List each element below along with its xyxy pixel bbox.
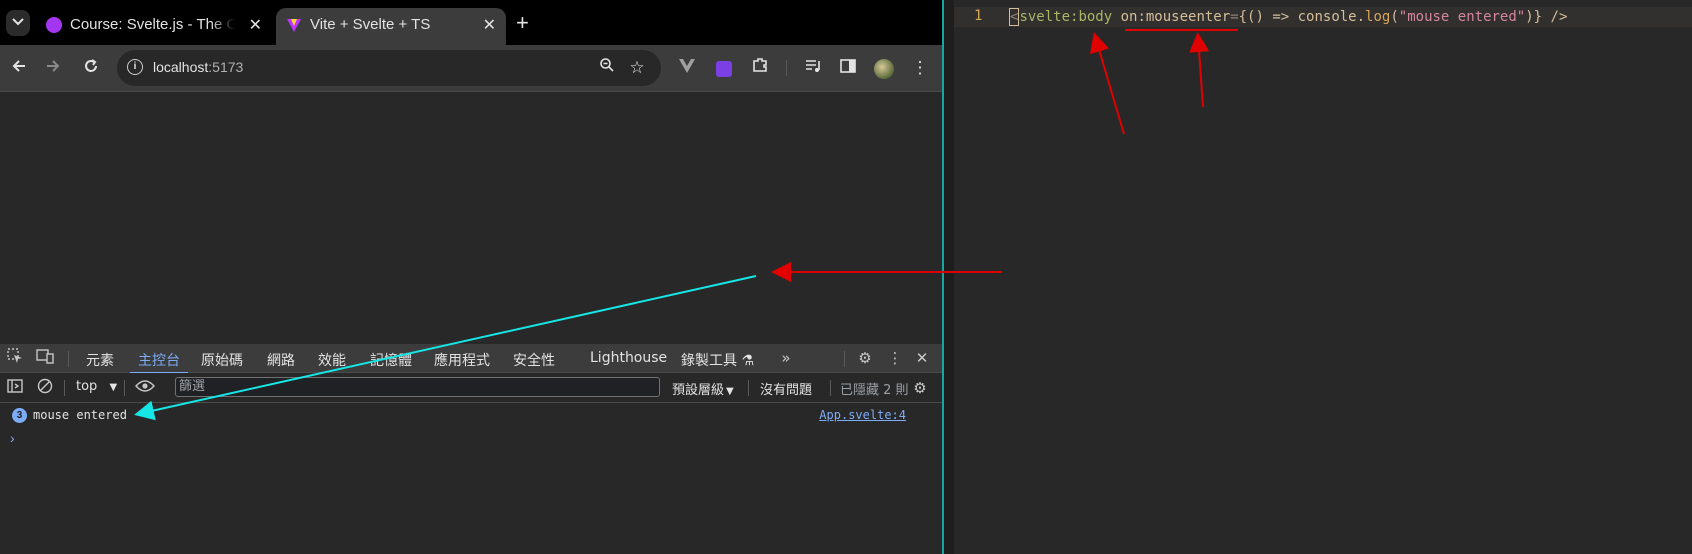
tab-title: Vite + Svelte + TS [310, 16, 431, 33]
line-number: 1 [974, 8, 983, 24]
code-string: "mouse entered" [1398, 9, 1526, 25]
vue-devtools-icon[interactable] [675, 56, 699, 80]
tab-title: Course: Svelte.js - The Complete Guide [70, 16, 235, 33]
tab-search-button[interactable] [6, 10, 30, 36]
console-toolbar: top ▼ 篩選 預設層級 ▼ 沒有問題 已隱藏 2 則 ⚙ [0, 373, 942, 403]
reload-icon [85, 59, 97, 72]
tab-application[interactable]: 應用程式 [434, 350, 490, 370]
log-levels-dropdown[interactable]: 預設層級 ▼ [672, 379, 734, 398]
code-function: log [1365, 9, 1391, 25]
code-tag-name: svelte:body [1019, 9, 1113, 25]
back-button[interactable] [7, 56, 31, 80]
dropdown-arrow-icon: ▼ [726, 386, 734, 397]
star-icon[interactable]: ☆ [625, 56, 649, 80]
context-selector[interactable]: top ▼ [76, 379, 117, 394]
close-icon[interactable]: ✕ [249, 15, 262, 35]
forward-button[interactable] [41, 56, 65, 80]
tab-divider [844, 351, 845, 367]
tab-memory[interactable]: 記憶體 [370, 350, 412, 370]
tab-elements[interactable]: 元素 [86, 350, 114, 370]
gear-icon[interactable]: ⚙ [855, 348, 875, 368]
repeat-count-badge: 3 [12, 408, 27, 423]
tab-lighthouse[interactable]: Lighthouse [590, 350, 667, 366]
gear-icon[interactable]: ⚙ [910, 378, 930, 398]
console-filter-input[interactable]: 篩選 [175, 377, 660, 397]
inspect-element-icon[interactable] [5, 348, 25, 368]
context-selector-label: top [76, 379, 98, 394]
console-message-text: mouse entered [33, 408, 127, 422]
arrow-left-icon [12, 60, 25, 72]
address-bar[interactable]: i localhost:5173 ☆ [117, 50, 661, 86]
zoom-icon[interactable] [595, 56, 619, 80]
tab-vite-svelte[interactable]: Vite + Svelte + TS ✕ [276, 8, 506, 45]
tab-udemy-course[interactable]: Course: Svelte.js - The Complete Guide ✕ [36, 8, 272, 45]
code-equals: = [1230, 9, 1239, 25]
toolbar-divider [124, 380, 125, 396]
code-attribute: on:mouseenter [1120, 9, 1231, 25]
tab-network[interactable]: 網路 [267, 350, 295, 370]
dropdown-arrow-icon: ▼ [109, 382, 118, 393]
tab-recorder[interactable]: 錄製工具 ⚗ [681, 350, 754, 370]
toolbar-divider [64, 380, 65, 396]
sidebar-toggle-icon[interactable] [5, 378, 25, 398]
code-paren: ( [1390, 9, 1399, 25]
info-icon[interactable]: i [127, 59, 143, 75]
media-controls-icon[interactable] [801, 56, 825, 80]
page-viewport[interactable] [0, 91, 942, 344]
browser-window: Course: Svelte.js - The Complete Guide ✕… [0, 0, 944, 554]
tab-security[interactable]: 安全性 [513, 350, 555, 370]
close-icon[interactable]: ✕ [483, 15, 496, 35]
log-levels-label: 預設層級 [672, 383, 725, 398]
code-line[interactable]: <svelte:body on:mouseenter={() => consol… [1009, 8, 1567, 26]
chevron-down-icon [12, 18, 24, 26]
kebab-menu-icon[interactable]: ⋮ [885, 348, 905, 368]
tab-strip: Course: Svelte.js - The Complete Guide ✕… [0, 0, 942, 45]
browser-toolbar: i localhost:5173 ☆ ⋮ [0, 45, 942, 91]
console-message: 3 mouse entered App.svelte:4 [0, 405, 942, 427]
more-menu-icon[interactable]: ⋮ [908, 56, 932, 80]
devtools-panel: 元素 主控台 原始碼 網路 效能 記憶體 應用程式 安全性 Lighthouse… [0, 344, 942, 554]
eye-icon[interactable] [135, 378, 155, 398]
tab-sources[interactable]: 原始碼 [201, 350, 243, 370]
close-icon[interactable]: ✕ [912, 348, 932, 368]
source-link[interactable]: App.svelte:4 [819, 408, 906, 422]
extension-purple-icon[interactable] [712, 56, 736, 80]
code-paren: ) [1525, 9, 1534, 25]
tab-console[interactable]: 主控台 [130, 350, 188, 374]
toolbar-divider [830, 380, 831, 396]
clear-console-icon[interactable] [35, 378, 55, 398]
toolbar-divider [786, 60, 787, 76]
arrow-right-icon [47, 60, 60, 72]
hidden-messages-count: 已隱藏 2 則 [840, 383, 909, 398]
url-host: localhost [153, 59, 209, 75]
cursor: < [1009, 8, 1020, 26]
url-port: :5173 [208, 59, 244, 75]
code-tag-end: } /> [1533, 9, 1568, 25]
console-prompt[interactable]: › [10, 430, 15, 446]
device-toolbar-icon[interactable] [35, 348, 55, 368]
new-tab-button[interactable]: + [516, 12, 529, 34]
window-divider [944, 0, 954, 554]
avatar[interactable] [872, 56, 896, 80]
vite-icon [287, 19, 301, 32]
reload-button[interactable] [79, 56, 103, 80]
udemy-icon [46, 17, 62, 33]
extensions-puzzle-icon[interactable] [748, 56, 772, 80]
code-editor[interactable]: 1 <svelte:body on:mouseenter={() => cons… [954, 0, 1692, 554]
code-expression: {() => console. [1238, 9, 1366, 25]
side-panel-icon[interactable] [836, 56, 860, 80]
tab-divider [68, 351, 69, 367]
tab-performance[interactable]: 效能 [318, 350, 346, 370]
issues-counter[interactable]: 沒有問題 [760, 379, 812, 398]
more-tabs-icon[interactable]: » [776, 348, 796, 368]
url-text[interactable]: localhost:5173 [153, 59, 243, 75]
toolbar-divider [748, 380, 749, 396]
devtools-tab-bar: 元素 主控台 原始碼 網路 效能 記憶體 應用程式 安全性 Lighthouse… [0, 344, 942, 374]
